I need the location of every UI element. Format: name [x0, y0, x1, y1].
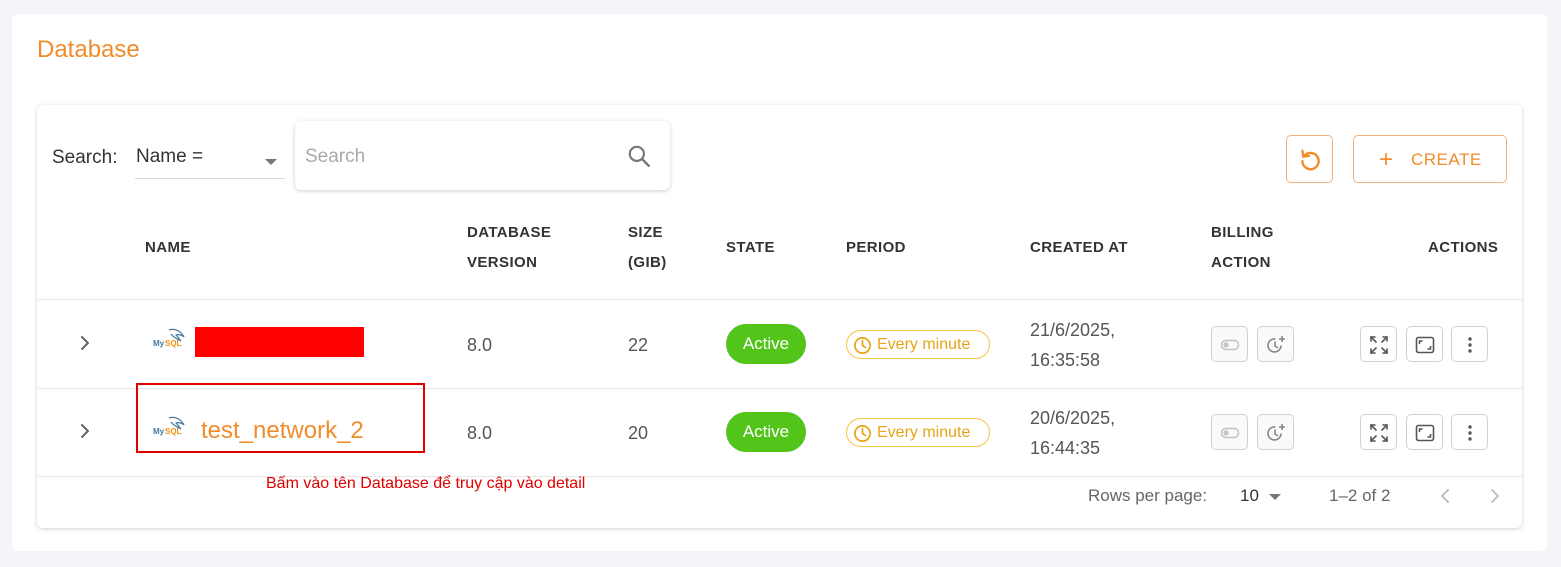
annotation-note: Bấm vào tên Database để truy cập vào det… [266, 475, 586, 492]
database-card: Database Search: Name = Search + CREATE … [12, 14, 1547, 551]
resize-button[interactable] [1406, 414, 1443, 450]
header-size-line1: SIZE [628, 224, 663, 241]
search-icon[interactable] [626, 143, 652, 169]
period-text: Every minute [877, 424, 971, 441]
chevron-right-icon[interactable] [75, 416, 95, 446]
toolbar: Search: Name = + CREATE [37, 105, 1522, 193]
rows-per-page-label: Rows per page: [1088, 486, 1208, 505]
redacted-database-name [195, 327, 364, 357]
expand-view-button[interactable] [1360, 326, 1397, 362]
resize-button[interactable] [1406, 326, 1443, 362]
caret-down-icon [1269, 494, 1281, 500]
fullscreen-icon [1370, 336, 1388, 354]
toggle-billing-button[interactable] [1211, 414, 1248, 450]
cell-size: 20 [628, 423, 649, 443]
pagination-range: 1–2 of 2 [1329, 486, 1391, 505]
period-badge: Every minute [846, 418, 990, 447]
header-version-line1: DATABASE [467, 224, 552, 241]
plus-icon: + [1379, 146, 1394, 173]
create-button-label: CREATE [1411, 150, 1482, 169]
toggle-off-icon [1220, 339, 1240, 351]
header-billing-line2: ACTION [1211, 254, 1271, 271]
created-date: 21/6/2025, [1030, 320, 1116, 340]
rows-per-page-value: 10 [1240, 486, 1259, 505]
schedule-add-icon [1267, 336, 1285, 353]
period-text: Every minute [877, 336, 971, 353]
fullscreen-icon [1370, 424, 1388, 442]
refresh-icon [1301, 149, 1320, 171]
toggle-off-icon [1220, 427, 1240, 439]
search-input[interactable] [305, 143, 605, 171]
resize-icon [1415, 336, 1435, 354]
toggle-billing-button[interactable] [1211, 326, 1248, 362]
mysql-logo-icon: My SQL [153, 328, 185, 348]
chevron-right-icon[interactable] [75, 328, 95, 358]
next-page-icon[interactable] [1482, 483, 1508, 509]
add-schedule-button[interactable] [1257, 414, 1294, 450]
status-badge: Active [726, 412, 806, 452]
resize-icon [1415, 424, 1435, 442]
refresh-button[interactable] [1286, 135, 1333, 183]
search-label: Search: [52, 147, 118, 168]
created-time: 16:35:58 [1030, 350, 1101, 370]
header-version-line2: VERSION [467, 254, 538, 271]
database-table-panel: Search: Name = + CREATE [37, 105, 1522, 528]
clock-icon [854, 425, 871, 442]
status-badge: Active [726, 324, 806, 364]
created-date: 20/6/2025, [1030, 408, 1116, 428]
cell-created-at: 20/6/2025, 16:44:35 [1030, 403, 1115, 463]
clock-icon [854, 337, 871, 354]
create-button[interactable]: + CREATE [1353, 135, 1507, 183]
previous-page-icon[interactable] [1432, 483, 1458, 509]
caret-down-icon [265, 159, 277, 165]
more-actions-button[interactable] [1451, 414, 1488, 450]
header-name: NAME [145, 239, 191, 256]
header-period: PERIOD [846, 239, 906, 256]
page-title: Database [37, 36, 140, 63]
header-database-version: DATABASE VERSION [467, 218, 551, 278]
search-field-select[interactable]: Name = [135, 127, 285, 179]
header-size-line2: (GIB) [628, 254, 667, 271]
header-actions: ACTIONS [1428, 239, 1499, 256]
rows-per-page-select[interactable]: 10 [1240, 484, 1285, 508]
row-divider [37, 476, 1522, 477]
svg-text:SQL: SQL [165, 339, 182, 348]
period-badge: Every minute [846, 330, 990, 359]
header-billing-line1: BILLING [1211, 224, 1274, 241]
table-row: My SQL 8.0 22 Active Every minute 21/6/2… [37, 300, 1522, 388]
cell-size: 22 [628, 335, 649, 355]
more-actions-button[interactable] [1451, 326, 1488, 362]
add-schedule-button[interactable] [1257, 326, 1294, 362]
header-state: STATE [726, 239, 775, 256]
expand-view-button[interactable] [1360, 414, 1397, 450]
created-time: 16:44:35 [1030, 438, 1101, 458]
cell-version: 8.0 [467, 335, 493, 355]
schedule-add-icon [1267, 424, 1285, 441]
more-vertical-icon [1468, 337, 1472, 353]
more-vertical-icon [1468, 425, 1472, 441]
cell-version: 8.0 [467, 423, 493, 443]
search-box [295, 121, 670, 190]
svg-text:My: My [153, 339, 165, 348]
header-billing-action: BILLING ACTION [1211, 218, 1274, 278]
search-field-value: Name = [136, 146, 204, 167]
header-size: SIZE (GIB) [628, 218, 667, 278]
cell-created-at: 21/6/2025, 16:35:58 [1030, 315, 1115, 375]
header-created-at: CREATED AT [1030, 239, 1128, 256]
annotation-highlight-box [136, 383, 425, 453]
